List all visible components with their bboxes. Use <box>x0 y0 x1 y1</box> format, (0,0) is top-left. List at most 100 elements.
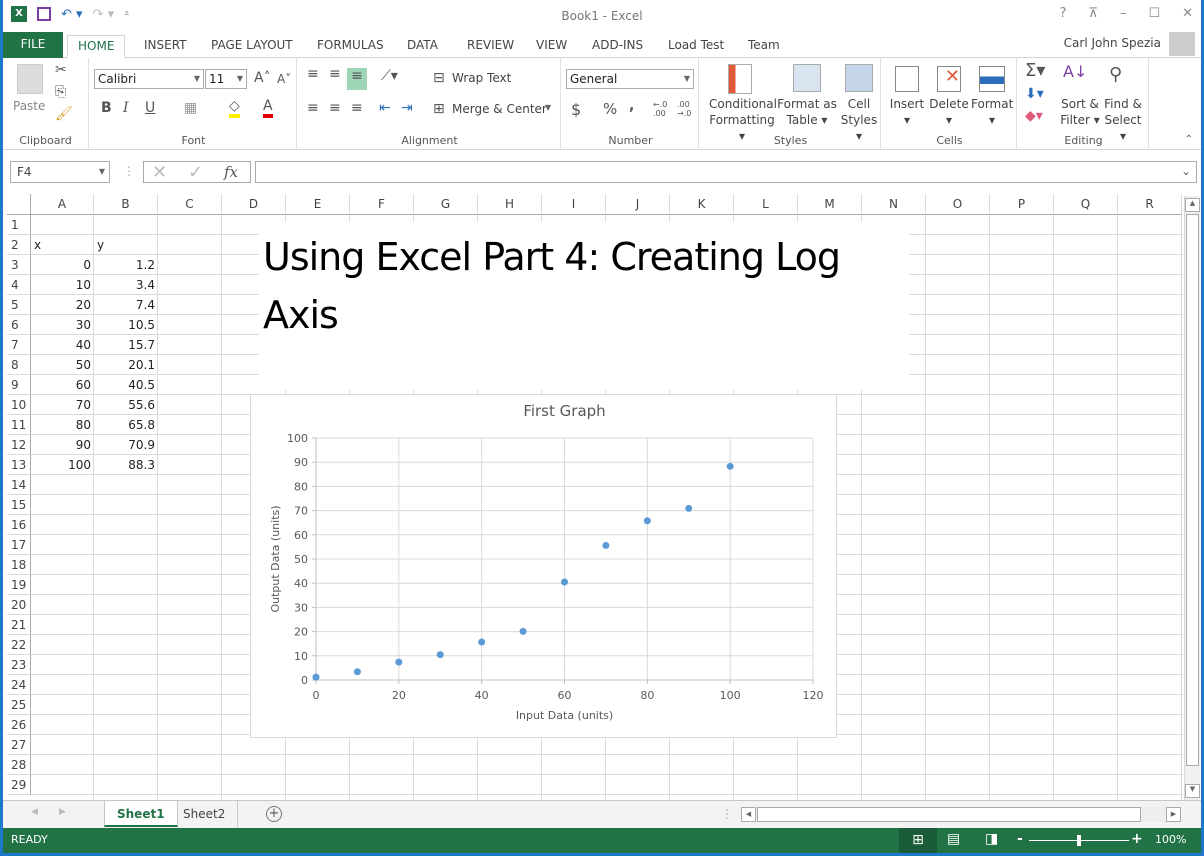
format-as-table-icon[interactable] <box>793 64 821 92</box>
cell[interactable]: 3.4 <box>94 275 158 295</box>
zoom-in-button[interactable]: + <box>1131 831 1143 847</box>
currency-button[interactable]: $ <box>571 100 581 119</box>
column-header-p[interactable]: P <box>990 194 1054 215</box>
cell[interactable]: y <box>94 235 158 255</box>
increase-font-icon[interactable]: A˄ <box>254 70 271 86</box>
delete-cells-button[interactable]: Delete ▾ <box>929 96 969 128</box>
row-header-18[interactable]: 18 <box>7 555 31 575</box>
column-header-a[interactable]: A <box>31 194 94 215</box>
comma-button[interactable]: , <box>629 98 634 114</box>
avatar[interactable] <box>1169 32 1195 56</box>
conditional-formatting-icon[interactable] <box>728 64 752 94</box>
format-cells-icon[interactable] <box>979 66 1005 92</box>
column-header-q[interactable]: Q <box>1054 194 1118 215</box>
cell[interactable]: 50 <box>31 355 94 375</box>
row-header-13[interactable]: 13 <box>7 455 31 475</box>
cell[interactable]: 20 <box>31 295 94 315</box>
row-header-19[interactable]: 19 <box>7 575 31 595</box>
page-break-view-icon[interactable]: ◨ <box>985 831 998 847</box>
cell[interactable]: 70 <box>31 395 94 415</box>
font-size-combo[interactable]: 11 ▼ <box>205 69 247 89</box>
scroll-right-button[interactable]: ▶ <box>1166 807 1181 822</box>
worksheet-grid[interactable]: A B C D E F G H I J K L M N O P Q R 1 2 3 4 5 6 7 8 9 10 11 12 13 14 15 1… <box>7 194 1183 800</box>
minimize-icon[interactable]: – <box>1120 6 1127 21</box>
column-header-d[interactable]: D <box>222 194 286 215</box>
user-name[interactable]: Carl John Spezia <box>1064 36 1161 50</box>
column-header-c[interactable]: C <box>158 194 222 215</box>
borders-icon[interactable]: ▦ <box>184 100 197 116</box>
column-header-l[interactable]: L <box>734 194 798 215</box>
column-header-k[interactable]: K <box>670 194 734 215</box>
row-header-29[interactable]: 29 <box>7 775 31 795</box>
cell[interactable]: x <box>31 235 94 255</box>
horizontal-scrollbar[interactable]: ◀ ▶ <box>741 807 1181 822</box>
merge-center-icon[interactable]: ⊞ <box>433 101 445 117</box>
merge-center-button[interactable]: Merge & Center <box>452 101 547 117</box>
tab-load-test[interactable]: Load Test <box>658 35 734 58</box>
zoom-out-button[interactable]: - <box>1017 831 1023 847</box>
row-header-5[interactable]: 5 <box>7 295 31 315</box>
wrap-text-button[interactable]: Wrap Text <box>452 70 511 86</box>
orientation-icon[interactable]: ⟋▾ <box>381 68 398 84</box>
title-textbox[interactable]: Using Excel Part 4: Creating Log Axis <box>259 222 909 390</box>
tab-file[interactable]: FILE <box>3 32 63 58</box>
new-sheet-icon[interactable]: + <box>266 806 282 822</box>
row-header-9[interactable]: 9 <box>7 375 31 395</box>
tab-split-grip[interactable]: ⋮ <box>721 807 733 821</box>
cell[interactable]: 90 <box>31 435 94 455</box>
row-header-3[interactable]: 3 <box>7 255 31 275</box>
cell[interactable]: 30 <box>31 315 94 335</box>
column-header-f[interactable]: F <box>350 194 414 215</box>
cell[interactable]: 70.9 <box>94 435 158 455</box>
cell[interactable]: 65.8 <box>94 415 158 435</box>
cell[interactable]: 15.7 <box>94 335 158 355</box>
enter-icon[interactable]: ✓ <box>188 162 203 183</box>
close-icon[interactable]: ✕ <box>1182 6 1193 21</box>
row-header-20[interactable]: 20 <box>7 595 31 615</box>
cancel-icon[interactable]: ✕ <box>152 162 167 183</box>
row-header-8[interactable]: 8 <box>7 355 31 375</box>
format-painter-icon[interactable]: 🖌 <box>55 106 73 122</box>
sort-filter-icon[interactable]: A↓ <box>1063 62 1087 81</box>
column-header-j[interactable]: J <box>606 194 670 215</box>
zoom-slider-thumb[interactable] <box>1077 835 1081 846</box>
cell[interactable]: 80 <box>31 415 94 435</box>
row-header-10[interactable]: 10 <box>7 395 31 415</box>
decrease-indent-icon[interactable]: ⇤ <box>379 100 391 116</box>
increase-indent-icon[interactable]: ⇥ <box>401 100 413 116</box>
middle-align-icon[interactable]: ≡ <box>329 66 341 82</box>
cell[interactable]: 7.4 <box>94 295 158 315</box>
ribbon-display-icon[interactable]: ⊼ <box>1088 6 1098 21</box>
horizontal-scroll-thumb[interactable] <box>757 807 1141 822</box>
italic-button[interactable]: I <box>123 100 129 116</box>
align-center-icon[interactable]: ≡ <box>329 100 341 116</box>
prev-sheet-icon[interactable]: ◀ <box>31 807 38 817</box>
decrease-font-icon[interactable]: A˅ <box>277 72 291 86</box>
percent-button[interactable]: % <box>603 100 617 118</box>
row-header-25[interactable]: 25 <box>7 695 31 715</box>
tab-insert[interactable]: INSERT <box>134 35 197 58</box>
tab-view[interactable]: VIEW <box>526 35 577 58</box>
insert-cells-button[interactable]: Insert ▾ <box>889 96 925 128</box>
insert-cells-icon[interactable] <box>895 66 919 92</box>
row-header-6[interactable]: 6 <box>7 315 31 335</box>
format-as-table-button[interactable]: Format as Table ▾ <box>777 96 837 128</box>
row-header-26[interactable]: 26 <box>7 715 31 735</box>
delete-cells-icon[interactable]: ✕ <box>937 66 961 92</box>
column-header-h[interactable]: H <box>478 194 542 215</box>
column-header-b[interactable]: B <box>94 194 158 215</box>
formula-bar-grip[interactable]: ⋮ <box>123 164 135 178</box>
help-icon[interactable]: ? <box>1060 6 1067 21</box>
expand-formula-bar-icon[interactable]: ⌄ <box>1181 164 1191 178</box>
paste-button[interactable]: Paste <box>13 98 45 114</box>
font-color-icon[interactable]: A <box>263 98 273 118</box>
row-header-7[interactable]: 7 <box>7 335 31 355</box>
cell[interactable]: 55.6 <box>94 395 158 415</box>
align-left-icon[interactable]: ≡ <box>307 100 319 116</box>
row-header-14[interactable]: 14 <box>7 475 31 495</box>
cell[interactable]: 60 <box>31 375 94 395</box>
row-header-27[interactable]: 27 <box>7 735 31 755</box>
cell[interactable]: 40 <box>31 335 94 355</box>
clear-icon[interactable]: ◆▾ <box>1025 108 1043 124</box>
decrease-decimal-button[interactable]: .00 →.0 <box>677 100 697 118</box>
